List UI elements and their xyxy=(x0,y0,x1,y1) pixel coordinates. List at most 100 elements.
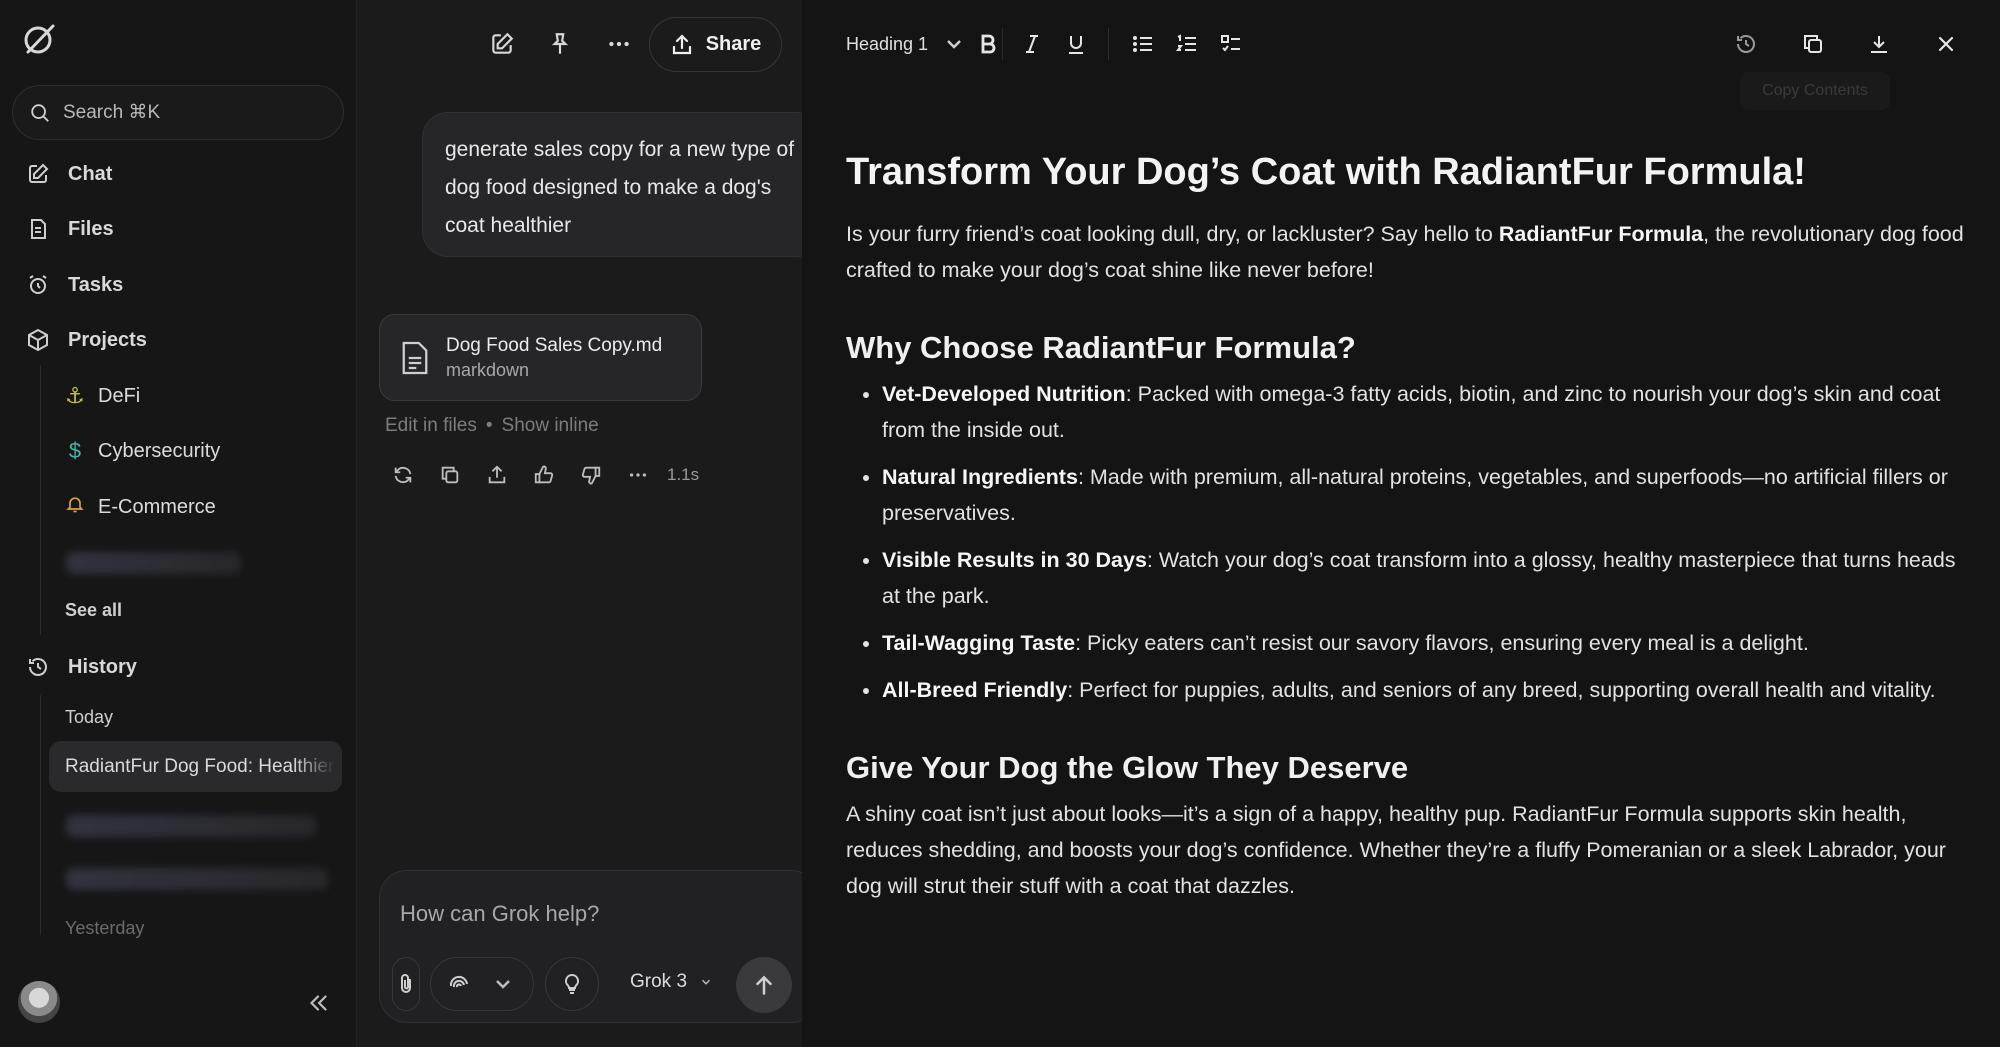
toolbar-divider xyxy=(1108,28,1109,60)
project-label: Cybersecurity xyxy=(98,439,221,462)
heading-select[interactable]: Heading 1 xyxy=(846,26,966,62)
lightbulb-icon xyxy=(564,973,580,994)
copy-contents-button[interactable] xyxy=(1795,26,1831,62)
underline-button[interactable] xyxy=(1058,26,1094,62)
thumbs-up-icon xyxy=(534,465,553,484)
download-button[interactable] xyxy=(1861,26,1897,62)
share-button[interactable]: Share xyxy=(649,17,782,72)
deepsearch-button[interactable] xyxy=(430,957,534,1011)
bold-button[interactable] xyxy=(970,26,1006,62)
sidebar-item-label: Projects xyxy=(68,328,147,351)
more-horizontal-icon xyxy=(609,41,629,47)
composer: Grok 3 xyxy=(379,870,819,1023)
italic-icon xyxy=(1026,35,1038,53)
heading-select-label: Heading 1 xyxy=(846,33,929,54)
alarm-clock-icon xyxy=(29,275,47,294)
chevron-down-icon xyxy=(702,979,711,985)
attach-button[interactable] xyxy=(392,957,420,1011)
blurred-project-item[interactable] xyxy=(66,552,241,574)
avatar[interactable] xyxy=(18,981,60,1023)
project-item-cybersecurity[interactable]: $ Cybersecurity xyxy=(64,433,220,469)
version-history-button[interactable] xyxy=(1728,26,1764,62)
project-item-ecommerce[interactable]: E-Commerce xyxy=(64,489,216,525)
edit-icon xyxy=(29,163,49,183)
model-selector[interactable]: Grok 3 xyxy=(630,971,713,993)
history-group-yesterday: Yesterday xyxy=(65,918,145,938)
list-item: Vet-Developed Nutrition: Packed with ome… xyxy=(882,376,1966,448)
history-item-active[interactable]: RadiantFur Dog Food: Healthier Coat xyxy=(49,741,342,792)
show-inline-link[interactable]: Show inline xyxy=(502,415,599,437)
sidebar-item-projects[interactable]: Projects xyxy=(26,320,147,360)
share-message-button[interactable] xyxy=(473,457,520,493)
checklist-button[interactable] xyxy=(1213,26,1249,62)
copy-button[interactable] xyxy=(426,457,473,493)
numbered-list-button[interactable] xyxy=(1169,26,1205,62)
sidebar-item-history[interactable]: History xyxy=(26,647,137,687)
sidebar-item-label: Chat xyxy=(68,162,113,185)
copy-contents-tooltip: Copy Contents xyxy=(1740,72,1890,110)
regenerate-button[interactable] xyxy=(379,457,426,493)
anchor-icon: ⚓ xyxy=(65,383,85,408)
cube-icon xyxy=(28,328,48,352)
more-options-button[interactable] xyxy=(597,22,641,66)
dollar-icon: $ xyxy=(68,438,82,463)
deepsearch-swirl-icon xyxy=(449,975,468,988)
numbered-list-icon xyxy=(1176,34,1196,51)
blurred-history-item[interactable] xyxy=(66,868,328,890)
send-button[interactable] xyxy=(736,957,792,1013)
grok-logo-icon[interactable] xyxy=(20,20,58,58)
more-horizontal-icon xyxy=(629,473,646,477)
prompt-input[interactable] xyxy=(400,899,780,929)
message-actions: 1.1s xyxy=(379,457,699,493)
bold-icon xyxy=(981,34,996,54)
share-label: Share xyxy=(705,33,762,55)
file-attachment-card[interactable]: Dog Food Sales Copy.md markdown xyxy=(379,314,702,401)
search-input[interactable]: Search ⌘K xyxy=(12,85,344,140)
dislike-button[interactable] xyxy=(567,457,614,493)
file-type: markdown xyxy=(446,359,530,380)
bullet-list-icon xyxy=(1133,36,1152,52)
copy-icon xyxy=(1804,35,1822,53)
close-editor-button[interactable] xyxy=(1928,26,1964,62)
model-label: Grok 3 xyxy=(630,971,688,992)
see-all-link[interactable]: See all xyxy=(65,600,122,621)
chevron-down-icon[interactable] xyxy=(491,972,515,996)
bullet-list-button[interactable] xyxy=(1125,26,1161,62)
think-button[interactable] xyxy=(545,957,599,1011)
more-actions-button[interactable] xyxy=(614,457,661,493)
blurred-history-item[interactable] xyxy=(66,815,316,837)
italic-button[interactable] xyxy=(1014,26,1050,62)
list-item: Visible Results in 30 Days: Watch your d… xyxy=(882,542,1966,614)
benefits-list: Vet-Developed Nutrition: Packed with ome… xyxy=(846,376,1966,708)
history-item-label: RadiantFur Dog Food: Healthier Coat xyxy=(65,755,335,777)
sidebar-item-chat[interactable]: Chat xyxy=(26,154,112,194)
sidebar-item-tasks[interactable]: Tasks xyxy=(26,265,123,305)
search-icon xyxy=(31,103,49,122)
response-time: 1.1s xyxy=(667,465,700,484)
like-button[interactable] xyxy=(520,457,567,493)
history-icon xyxy=(1737,35,1755,53)
download-icon xyxy=(1871,36,1887,53)
project-item-defi[interactable]: ⚓ DeFi xyxy=(64,378,140,414)
project-label: E-Commerce xyxy=(98,495,216,518)
document-content[interactable]: Transform Your Dog’s Coat with RadiantFu… xyxy=(846,148,1966,904)
paperclip-icon xyxy=(401,974,411,993)
user-message: generate sales copy for a new type of do… xyxy=(422,112,822,257)
sidebar-item-files[interactable]: Files xyxy=(26,209,114,249)
section-heading: Why Choose RadiantFur Formula? xyxy=(846,330,1356,365)
collapse-sidebar-icon[interactable] xyxy=(305,990,331,1016)
arrow-up-icon xyxy=(756,975,772,995)
document-icon xyxy=(402,341,428,374)
checklist-icon xyxy=(1221,35,1240,52)
link-separator: • xyxy=(485,415,493,436)
document-title: Transform Your Dog’s Coat with RadiantFu… xyxy=(846,151,1806,193)
intro-paragraph: Is your furry friend’s coat looking dull… xyxy=(846,222,1964,282)
pin-button[interactable] xyxy=(538,22,582,66)
section-paragraph: A shiny coat isn’t just about looks—it’s… xyxy=(846,802,1946,898)
new-chat-button[interactable] xyxy=(480,22,524,66)
list-item: All-Breed Friendly: Perfect for puppies,… xyxy=(882,672,1966,708)
edit-in-files-link[interactable]: Edit in files xyxy=(385,415,477,437)
sidebar: Search ⌘K Chat Files Tasks Projects ⚓ De… xyxy=(0,0,357,1047)
close-icon xyxy=(1938,36,1954,52)
list-item: Natural Ingredients: Made with premium, … xyxy=(882,459,1966,531)
